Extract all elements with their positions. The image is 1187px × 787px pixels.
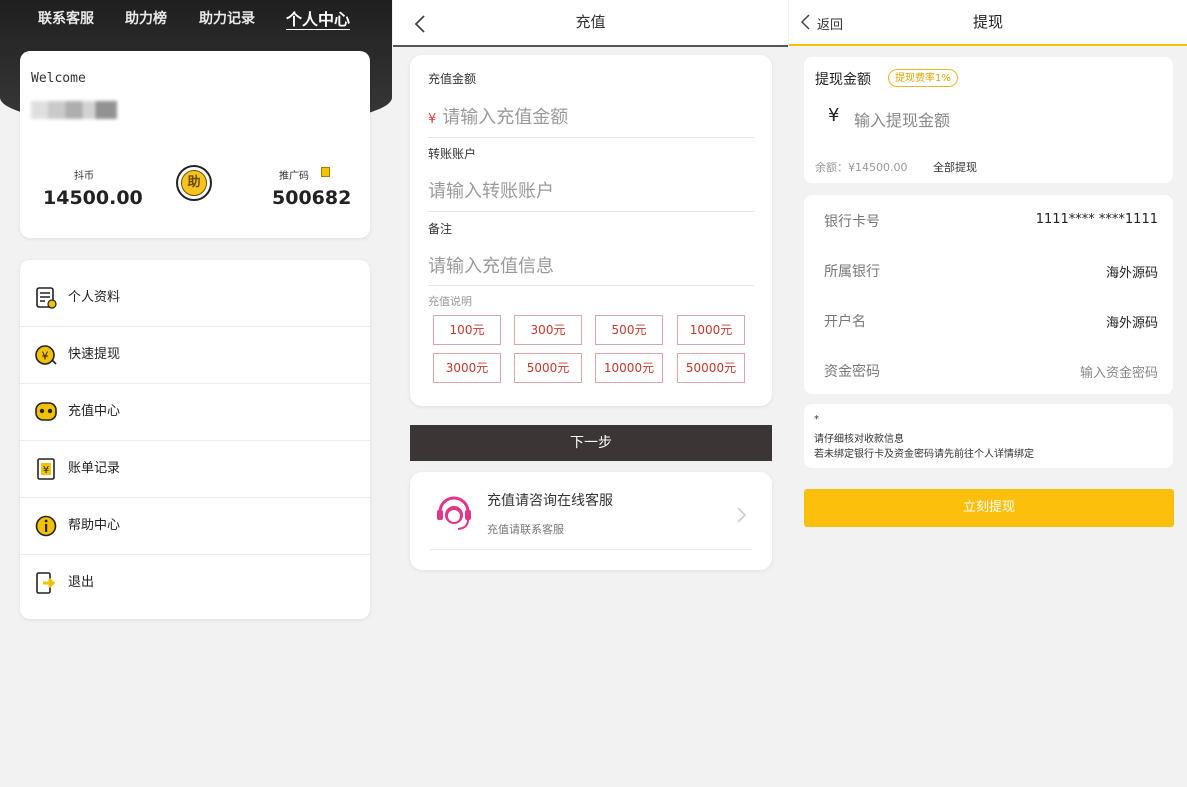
recharge-top-bar: 充值 (393, 0, 788, 47)
next-step-button[interactable]: 下一步 (410, 425, 772, 461)
amount-option[interactable]: 300元 (514, 315, 582, 345)
remark-input[interactable]: 请输入充值信息 (428, 252, 554, 278)
divider (428, 285, 754, 286)
amount-option[interactable]: 100元 (433, 315, 501, 345)
notice-line: 若未绑定银行卡及资金密码请先前往个人详情绑定 (814, 449, 1034, 460)
nav-customer-service[interactable]: 联系客服 (38, 8, 94, 28)
amount-option[interactable]: 3000元 (433, 353, 501, 383)
promo-code-label: 推广码 (279, 171, 309, 182)
amount-option[interactable]: 500元 (595, 315, 663, 345)
withdraw-top-bar: 返回 提现 (789, 0, 1187, 46)
top-nav: 联系客服 助力榜 助力记录 个人中心 (0, 0, 392, 36)
menu-label-quick-withdraw: 快速提现 (68, 347, 121, 362)
withdraw-title: 提现 (972, 13, 1003, 31)
blurred-username (31, 101, 117, 119)
profile-panel: 联系客服 助力榜 助力记录 个人中心 Welcome 抖币 14500.00 助… (0, 0, 392, 787)
coins-label: 抖币 (74, 171, 94, 182)
info-help-icon (35, 515, 57, 537)
recharge-form: 充值金额 ¥ 请输入充值金额 转账账户 请输入转账账户 备注 请输入充值信息 充值… (410, 55, 772, 406)
help-badge-icon[interactable]: 助 (176, 165, 212, 201)
yen-symbol: ¥ (428, 112, 437, 127)
amount-option[interactable]: 10000元 (595, 353, 663, 383)
amount-input[interactable]: ¥ 请输入充值金额 (428, 103, 568, 129)
menu-label-recharge-center: 充值中心 (68, 404, 121, 419)
account-holder-value: 海外源码 (1105, 316, 1158, 331)
exit-door-icon (36, 572, 56, 594)
service-subtitle: 充值请联系客服 (487, 523, 564, 536)
bank-card-label: 银行卡号 (824, 214, 880, 230)
notice-card: * 请仔细核对收款信息 若未绑定银行卡及资金密码请先前往个人详情绑定 (804, 404, 1173, 468)
promo-code-value: 500682 (272, 187, 352, 209)
svg-text:¥: ¥ (43, 465, 49, 476)
recharge-title: 充值 (575, 13, 606, 31)
balance-text: 余额：¥14500.00 (815, 161, 908, 174)
chevron-right-icon (737, 507, 747, 523)
menu-item-quick-withdraw[interactable]: ¥ 快速提现 (20, 326, 370, 384)
bank-name-value: 海外源码 (1105, 266, 1158, 281)
copy-icon[interactable] (321, 167, 330, 177)
menu-label-profile: 个人资料 (68, 290, 121, 305)
nav-help-ranking[interactable]: 助力榜 (125, 8, 167, 28)
menu-item-logout[interactable]: 退出 (20, 554, 370, 611)
account-card: Welcome 抖币 14500.00 助 推广码 500682 (20, 51, 370, 238)
yen-withdraw-icon: ¥ (35, 345, 57, 365)
divider (428, 211, 754, 212)
nav-personal-center[interactable]: 个人中心 (286, 6, 350, 30)
recharge-note-label: 充值说明 (428, 295, 472, 308)
amount-option[interactable]: 1000元 (677, 315, 745, 345)
help-badge-glyph: 助 (181, 170, 207, 196)
withdraw-all-link[interactable]: 全部提现 (933, 159, 977, 175)
account-label: 转账账户 (428, 147, 477, 161)
amount-option[interactable]: 5000元 (514, 353, 582, 383)
customer-service-icon (437, 496, 471, 530)
amount-label: 充值金额 (428, 72, 477, 86)
recharge-panel: 充值 充值金额 ¥ 请输入充值金额 转账账户 请输入转账账户 备注 请输入充值信息… (393, 0, 788, 787)
divider (428, 137, 754, 138)
account-input[interactable]: 请输入转账账户 (428, 177, 554, 203)
notice-line: 请仔细核对收款信息 (814, 434, 904, 445)
menu-item-help-center[interactable]: 帮助中心 (20, 497, 370, 555)
withdraw-amount-input[interactable]: 输入提现金额 (854, 107, 950, 131)
fund-password-label: 资金密码 (824, 364, 880, 380)
welcome-text: Welcome (31, 71, 86, 86)
svg-text:¥: ¥ (42, 350, 49, 363)
menu-label-help-center: 帮助中心 (68, 518, 121, 533)
profile-doc-icon (36, 287, 57, 309)
fee-rate-badge: 提现费率1% (888, 69, 958, 87)
amount-placeholder: 请输入充值金额 (442, 107, 569, 128)
notice-asterisk: * (814, 414, 819, 425)
menu-label-logout: 退出 (68, 575, 95, 590)
amount-option[interactable]: 50000元 (677, 353, 745, 383)
withdraw-now-button[interactable]: 立刻提现 (804, 489, 1174, 527)
withdraw-panel: 返回 提现 提现金额 提现费率1% ¥ 输入提现金额 余额：¥14500.00 … (789, 0, 1187, 787)
yen-symbol: ¥ (828, 105, 840, 126)
recharge-face-icon (35, 402, 57, 421)
menu-item-recharge-center[interactable]: 充值中心 (20, 383, 370, 441)
fund-password-input[interactable]: 输入资金密码 (1080, 362, 1158, 381)
bank-info-card: 银行卡号 1111**** ****1111 所属银行 海外源码 开户名 海外源… (804, 195, 1173, 394)
divider (430, 549, 752, 550)
menu-label-bill-records: 账单记录 (68, 461, 121, 476)
service-title: 充值请咨询在线客服 (487, 493, 613, 509)
bank-name-label: 所属银行 (824, 264, 880, 280)
menu-item-profile[interactable]: 个人资料 (20, 269, 370, 327)
bill-yen-icon: ¥ (37, 458, 55, 480)
remark-label: 备注 (428, 222, 453, 236)
account-holder-label: 开户名 (824, 314, 866, 330)
profile-menu: 个人资料 ¥ 快速提现 充值中心 ¥ 账单记录 帮助中心 退出 (20, 260, 370, 619)
withdraw-amount-label: 提现金额 (815, 72, 871, 88)
online-service-card[interactable]: 充值请咨询在线客服 充值请联系客服 (410, 472, 772, 570)
menu-item-bill-records[interactable]: ¥ 账单记录 (20, 440, 370, 498)
nav-help-records[interactable]: 助力记录 (199, 8, 255, 28)
withdraw-amount-card: 提现金额 提现费率1% ¥ 输入提现金额 余额：¥14500.00 全部提现 (804, 57, 1173, 183)
bank-card-value: 1111**** ****1111 (1035, 212, 1158, 227)
coins-value: 14500.00 (43, 187, 143, 209)
